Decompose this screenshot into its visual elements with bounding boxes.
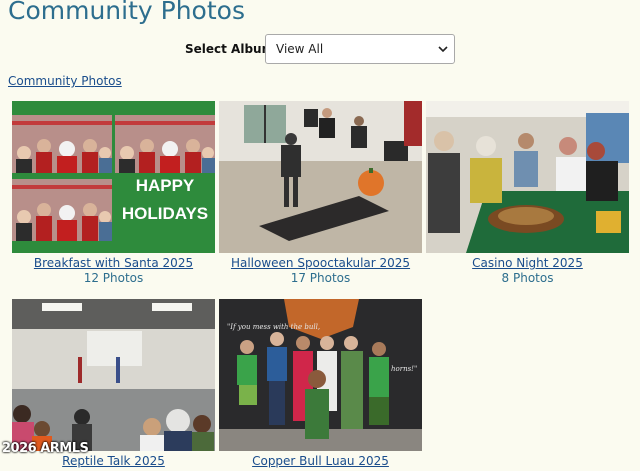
casino-photo-image xyxy=(426,101,629,253)
album-card: Halloween Spooctakular 2025 17 Photos xyxy=(219,101,422,285)
album-thumbnail[interactable] xyxy=(12,299,215,451)
album-card: Casino Night 2025 8 Photos xyxy=(426,101,629,285)
album-title-link[interactable]: Reptile Talk 2025 xyxy=(12,454,215,468)
luau-sign-text-right: horns!" xyxy=(391,365,417,373)
overlay-holidays-text: HOLIDAYS xyxy=(122,204,208,223)
breadcrumb-community-photos[interactable]: Community Photos xyxy=(8,74,122,88)
halloween-photo-image xyxy=(219,101,422,253)
album-title-link[interactable]: Breakfast with Santa 2025 xyxy=(12,256,215,270)
reptile-talk-photo-image xyxy=(12,299,215,451)
chevron-down-icon xyxy=(438,46,448,53)
album-photo-count: 17 Photos xyxy=(290,271,351,285)
page-title: Community Photos xyxy=(8,0,245,25)
album-select[interactable]: View All xyxy=(265,34,455,64)
album-title-link[interactable]: Copper Bull Luau 2025 xyxy=(219,454,422,468)
album-select-value: View All xyxy=(276,42,324,56)
album-title-link[interactable]: Casino Night 2025 xyxy=(426,256,629,270)
album-thumbnail[interactable]: HAPPY HOLIDAYS xyxy=(12,101,215,253)
album-thumbnail[interactable]: "If you mess with the bull, horns!" xyxy=(219,299,422,451)
album-filter-bar: Select Album: View All xyxy=(0,34,640,66)
album-photo-count: 8 Photos xyxy=(501,271,554,285)
album-thumbnail[interactable] xyxy=(219,101,422,253)
album-card: "If you mess with the bull, horns!" Copp… xyxy=(219,299,422,468)
album-thumbnail[interactable] xyxy=(426,101,629,253)
luau-photo-image: "If you mess with the bull, horns!" xyxy=(219,299,422,451)
overlay-happy-text: HAPPY xyxy=(136,176,195,195)
copyright-watermark: 2026 ARMLS xyxy=(2,441,89,456)
album-title-link[interactable]: Halloween Spooctakular 2025 xyxy=(219,256,422,270)
santa-photo-image: HAPPY HOLIDAYS xyxy=(12,101,215,253)
luau-sign-text-left: "If you mess with the bull, xyxy=(227,323,320,331)
album-photo-count: 12 Photos xyxy=(83,271,144,285)
album-card: HAPPY HOLIDAYS Breakfast with Santa 2025… xyxy=(12,101,215,285)
